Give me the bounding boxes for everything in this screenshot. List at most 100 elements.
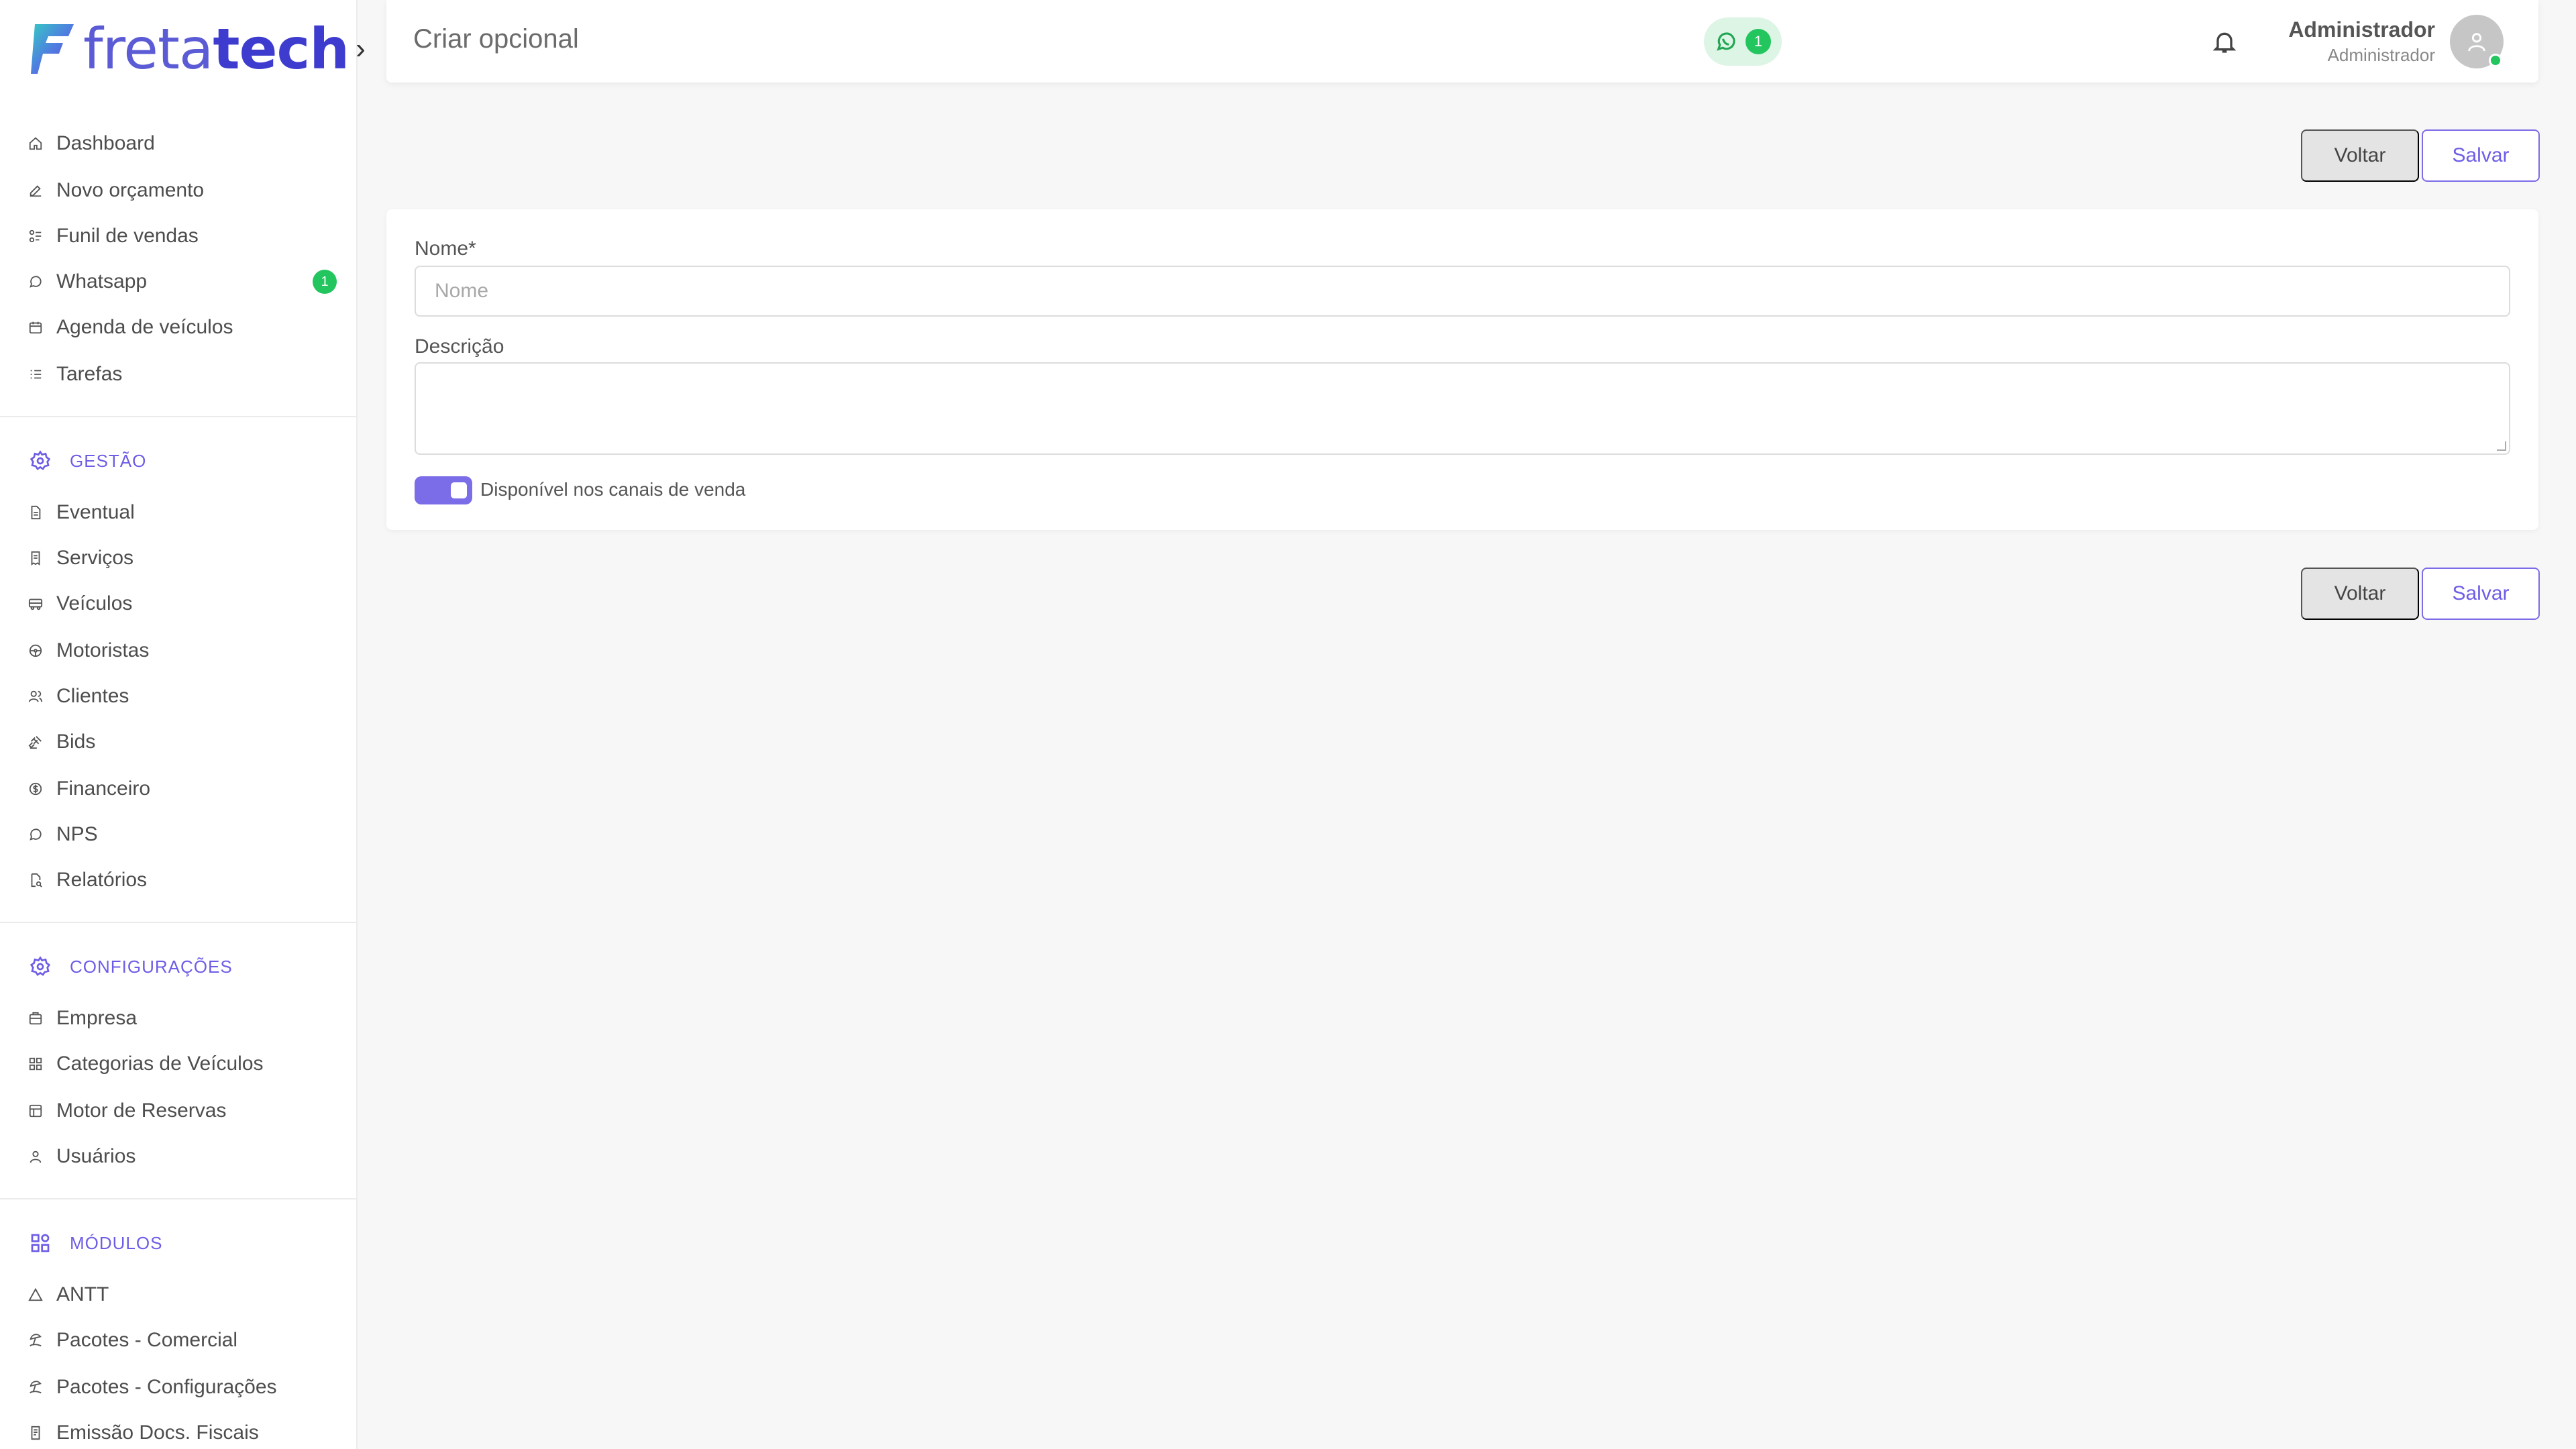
sidebar-item-label: Relatórios [56,869,148,891]
sidebar-section-modulos: MÓDULOS [30,1226,162,1260]
sidebar-item-label: ANTT [56,1283,109,1305]
sidebar-divider [0,922,358,923]
sidebar-item-label: Novo orçamento [56,179,205,201]
logo-wordmark: fretatech [83,16,350,82]
calendar-icon [27,319,44,336]
whatsapp-count-badge: 1 [1746,29,1771,54]
sidebar-item-label: Emissão Docs. Fiscais [56,1421,259,1444]
online-status-dot [2489,54,2502,67]
sidebar-item-label: Agenda de veículos [56,316,233,338]
home-icon [27,135,44,152]
whatsapp-icon [27,273,44,290]
gear-icon [30,956,51,977]
receipt-icon [27,549,44,567]
sidebar-item-usuarios[interactable]: Usuários [27,1136,342,1177]
notifications-bell-icon[interactable] [2211,27,2238,56]
sidebar-item-tarefas[interactable]: Tarefas [27,354,342,394]
bus-icon [27,595,44,612]
section-title: MÓDULOS [70,1232,163,1253]
sidebar-item-label: Usuários [56,1145,136,1167]
sidebar-item-bids[interactable]: Bids [27,722,342,762]
section-title: GESTÃO [70,450,147,471]
description-label: Descrição [415,335,504,358]
sidebar-item-label: Empresa [56,1007,138,1029]
sidebar-item-label: Categorias de Veículos [56,1053,264,1075]
users-icon [27,688,44,705]
sidebar-item-dashboard[interactable]: Dashboard [27,123,342,164]
sidebar-item-empresa[interactable]: Empresa [27,998,342,1038]
description-textarea[interactable] [415,362,2510,455]
avatar[interactable] [2450,15,2504,68]
beach-icon [27,1379,44,1396]
sidebar-collapse-chevron-icon[interactable]: › [356,32,366,66]
back-button-bottom[interactable]: Voltar [2301,568,2419,620]
sidebar-item-motoristas[interactable]: Motoristas [27,631,342,671]
name-input[interactable] [415,266,2510,317]
table-icon [27,1102,44,1120]
save-button-top[interactable]: Salvar [2422,129,2540,182]
sidebar-item-pacotes-comercial[interactable]: Pacotes - Comercial [27,1320,342,1360]
save-button-bottom[interactable]: Salvar [2422,568,2540,620]
sidebar-section-configuracoes: CONFIGURAÇÕES [30,950,233,983]
whatsapp-notification-button[interactable]: 1 [1704,17,1782,66]
sidebar-item-label: Bids [56,731,96,753]
sidebar-item-financeiro[interactable]: Financeiro [27,769,342,809]
sales-channels-toggle-label: Disponível nos canais de venda [480,479,746,500]
steering-wheel-icon [27,642,44,659]
topbar: Criar opcional 1 Administrador Administr… [386,0,2538,83]
user-avatar-icon [2468,33,2485,52]
sidebar-item-relatorios[interactable]: Relatórios [27,860,342,900]
gear-icon [30,450,51,472]
user-info[interactable]: Administrador Administrador [2288,17,2435,66]
beach-icon [27,1332,44,1349]
triangle-icon [27,1286,44,1303]
grid-icon [27,1055,44,1073]
sidebar-item-label: Funil de vendas [56,225,199,247]
sidebar-item-label: Eventual [56,501,135,523]
resize-handle-icon[interactable] [2497,441,2506,451]
section-title: CONFIGURAÇÕES [70,956,233,977]
sidebar-item-servicos[interactable]: Serviços [27,538,342,578]
sidebar-item-label: Tarefas [56,363,123,385]
sidebar-item-categorias-de-veiculos[interactable]: Categorias de Veículos [27,1044,342,1084]
report-icon [27,871,44,889]
document-icon [27,504,44,521]
sales-channels-toggle[interactable] [415,476,472,504]
user-name: Administrador [2288,17,2435,42]
sidebar-item-label: Dashboard [56,132,155,154]
list-icon [27,366,44,383]
building-icon [27,1010,44,1027]
logo[interactable]: fretatech › [30,19,366,79]
edit-icon [27,182,44,199]
sidebar-item-antt[interactable]: ANTT [27,1275,342,1315]
sidebar-item-label: Motoristas [56,639,150,661]
sidebar: fretatech › Dashboard Novo orçamento Fun… [0,0,366,1449]
sidebar-item-funil-de-vendas[interactable]: Funil de vendas [27,216,342,256]
sidebar-item-label: Financeiro [56,777,151,800]
sidebar-item-veiculos[interactable]: Veículos [27,584,342,624]
modules-grid-icon [30,1232,51,1254]
sidebar-item-label: Serviços [56,547,134,569]
sidebar-item-whatsapp[interactable]: Whatsapp 1 [27,262,342,302]
sidebar-item-agenda-de-veiculos[interactable]: Agenda de veículos [27,307,342,347]
user-role: Administrador [2327,45,2435,65]
sidebar-divider [0,416,358,417]
sidebar-item-clientes[interactable]: Clientes [27,676,342,716]
sidebar-item-emissao-docs-fiscais[interactable]: Emissão Docs. Fiscais [27,1413,342,1449]
sidebar-item-motor-de-reservas[interactable]: Motor de Reservas [27,1091,342,1131]
page-title: Criar opcional [413,24,579,54]
form-card: Nome* Descrição Disponível nos canais de… [386,209,2538,530]
funnel-icon [27,227,44,245]
sidebar-item-label: Whatsapp [56,270,148,292]
toggle-knob [451,482,467,498]
sidebar-item-pacotes-configuracoes[interactable]: Pacotes - Configurações [27,1367,342,1407]
fiscal-doc-icon [27,1424,44,1442]
sidebar-divider [0,1198,358,1199]
back-button-top[interactable]: Voltar [2301,129,2419,182]
sidebar-item-label: Pacotes - Comercial [56,1329,238,1351]
sidebar-item-novo-orcamento[interactable]: Novo orçamento [27,170,342,211]
sidebar-item-label: Clientes [56,685,129,707]
sidebar-section-gestao: GESTÃO [30,444,146,478]
sidebar-item-eventual[interactable]: Eventual [27,492,342,533]
sidebar-item-nps[interactable]: NPS [27,814,342,855]
